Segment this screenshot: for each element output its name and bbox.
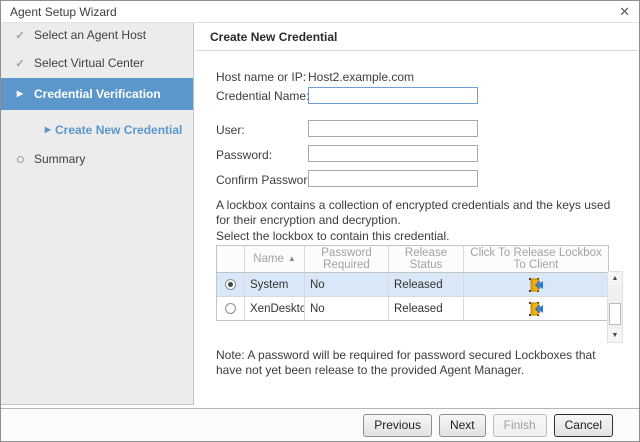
lockbox-description: A lockbox contains a collection of encry… [216, 198, 614, 228]
lockbox-table: Name ▲ Password Required Release Status … [216, 245, 609, 321]
lockbox-table-header: Name ▲ Password Required Release Status … [217, 246, 608, 273]
sidebar-item-select-virtual-center[interactable]: ✓ Select Virtual Center [1, 53, 193, 73]
next-button[interactable]: Next [439, 414, 486, 437]
sidebar-item-label: Select an Agent Host [34, 28, 146, 42]
cell-name: System [245, 273, 305, 296]
sidebar-item-select-agent-host[interactable]: ✓ Select an Agent Host [1, 25, 193, 45]
window-title: Agent Setup Wizard [10, 5, 117, 19]
cancel-button[interactable]: Cancel [554, 414, 613, 437]
cell-password-required: No [305, 297, 389, 320]
user-input[interactable] [308, 120, 478, 137]
host-name-label: Host name or IP: [216, 70, 306, 84]
column-header-release-status[interactable]: Release Status [389, 246, 464, 272]
column-header-name[interactable]: Name ▲ [245, 246, 305, 272]
wizard-button-bar: Previous Next Finish Cancel [1, 408, 639, 441]
release-lockbox-cell[interactable] [464, 273, 608, 296]
lockbox-select-instruction: Select the lockbox to contain this crede… [216, 229, 614, 244]
table-row-xendesktop[interactable]: XenDesktop No Released [217, 297, 608, 320]
sidebar-item-label: Credential Verification [34, 87, 161, 101]
scroll-up-icon[interactable]: ▲ [608, 272, 622, 285]
checkmark-icon: ✓ [11, 29, 29, 42]
arrow-right-icon: ▶ [11, 90, 29, 98]
password-label: Password: [216, 148, 272, 162]
sidebar-item-create-new-credential[interactable]: ▶ Create New Credential [1, 120, 193, 140]
table-row-system[interactable]: System No Released [217, 273, 608, 297]
column-header-password-required[interactable]: Password Required [305, 246, 389, 272]
lockbox-release-icon [528, 301, 544, 317]
sidebar-item-label: Summary [34, 152, 85, 166]
lockbox-radio-selected[interactable] [225, 279, 236, 290]
column-header-click-to-release[interactable]: Click To Release Lockbox To Client [464, 246, 608, 272]
password-input[interactable] [308, 145, 478, 162]
page-title: Create New Credential [210, 30, 337, 44]
release-lockbox-cell[interactable] [464, 297, 608, 320]
confirm-password-label: Confirm Password: [216, 173, 317, 187]
previous-button[interactable]: Previous [363, 414, 432, 437]
user-label: User: [216, 123, 245, 137]
confirm-password-input[interactable] [308, 170, 478, 187]
sidebar-item-label: Create New Credential [55, 123, 182, 137]
lockbox-radio-unselected[interactable] [225, 303, 236, 314]
close-icon[interactable]: ✕ [619, 5, 630, 18]
sort-ascending-icon: ▲ [288, 253, 296, 265]
sidebar-item-label: Select Virtual Center [34, 56, 144, 70]
table-vertical-scrollbar[interactable]: ▲ ▼ [607, 271, 623, 343]
cell-name: XenDesktop [245, 297, 305, 320]
scrollbar-thumb[interactable] [609, 303, 621, 325]
scroll-down-icon[interactable]: ▼ [608, 329, 622, 342]
cell-release-status: Released [389, 273, 464, 296]
agent-setup-wizard-window: Agent Setup Wizard ✕ ✓ Select an Agent H… [0, 0, 640, 442]
cell-release-status: Released [389, 297, 464, 320]
credential-name-input[interactable] [308, 87, 478, 104]
wizard-steps-sidebar: ✓ Select an Agent Host ✓ Select Virtual … [1, 23, 194, 405]
checkmark-icon: ✓ [11, 57, 29, 70]
password-note: Note: A password will be required for pa… [216, 348, 614, 378]
panel-header: Create New Credential [195, 23, 638, 51]
sidebar-item-summary[interactable]: Summary [1, 149, 193, 169]
lockbox-release-icon [528, 277, 544, 293]
finish-button: Finish [493, 414, 547, 437]
credential-name-label: Credential Name: [216, 89, 309, 103]
sidebar-item-credential-verification[interactable]: ▶ Credential Verification [1, 78, 193, 110]
titlebar: Agent Setup Wizard ✕ [1, 1, 639, 23]
pending-circle-icon [11, 152, 29, 166]
radio-cell [217, 297, 245, 320]
column-header-select [217, 246, 245, 272]
radio-cell [217, 273, 245, 296]
host-name-value: Host2.example.com [308, 70, 414, 84]
cell-password-required: No [305, 273, 389, 296]
